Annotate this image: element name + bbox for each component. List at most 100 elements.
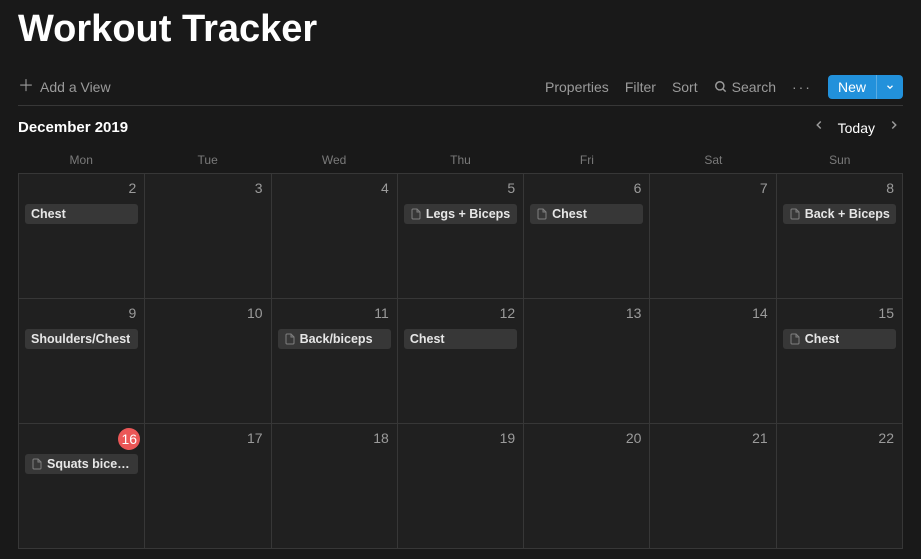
day-number: 19 <box>500 430 516 446</box>
events-container: Back/biceps <box>278 329 391 349</box>
calendar-cell[interactable]: 8 Back + Biceps <box>777 174 903 299</box>
event-label: Back + Biceps <box>805 207 890 221</box>
weekday-label: Sat <box>650 147 776 173</box>
calendar-cell[interactable]: 16 Squats bice… <box>19 424 145 549</box>
event-pill[interactable]: Shoulders/Chest <box>25 329 138 349</box>
event-label: Legs + Biceps <box>426 207 510 221</box>
calendar-cell[interactable]: 19 <box>398 424 524 549</box>
calendar-nav: Today <box>810 118 903 137</box>
new-button[interactable]: New <box>828 75 876 99</box>
today-button[interactable]: Today <box>838 120 875 136</box>
event-label: Chest <box>31 207 66 221</box>
more-button[interactable]: ··· <box>792 79 812 95</box>
event-pill[interactable]: Legs + Biceps <box>404 204 517 224</box>
day-number: 11 <box>374 305 389 321</box>
filter-button[interactable]: Filter <box>625 79 656 95</box>
day-number: 20 <box>626 430 642 446</box>
event-label: Back/biceps <box>300 332 373 346</box>
calendar-cell[interactable]: 6 Chest <box>524 174 650 299</box>
calendar-cell[interactable]: 2Chest <box>19 174 145 299</box>
day-number-today: 16 <box>118 428 140 450</box>
event-pill[interactable]: Chest <box>530 204 643 224</box>
new-dropdown-button[interactable] <box>876 75 903 99</box>
page-title: Workout Tracker <box>18 0 903 69</box>
page-icon <box>789 208 801 220</box>
events-container: Legs + Biceps <box>404 204 517 224</box>
event-label: Chest <box>805 332 840 346</box>
toolbar: ＋ Add a View Properties Filter Sort Sear… <box>18 69 903 106</box>
properties-button[interactable]: Properties <box>545 79 609 95</box>
weekday-label: Thu <box>397 147 523 173</box>
events-container: Chest <box>530 204 643 224</box>
day-number: 3 <box>255 180 263 196</box>
weekday-row: MonTueWedThuFriSatSun <box>18 147 903 173</box>
weekday-label: Fri <box>524 147 650 173</box>
events-container: Back + Biceps <box>783 204 896 224</box>
chevron-left-icon <box>812 118 826 132</box>
calendar-cell[interactable]: 4 <box>272 174 398 299</box>
day-number: 22 <box>878 430 894 446</box>
page-icon <box>284 333 296 345</box>
calendar-cell[interactable]: 11Back/biceps <box>272 299 398 424</box>
weekday-label: Tue <box>144 147 270 173</box>
calendar-cell[interactable]: 20 <box>524 424 650 549</box>
events-container: Chest <box>404 329 517 349</box>
toolbar-controls: Properties Filter Sort Search ··· New <box>545 75 903 99</box>
event-pill[interactable]: Back/biceps <box>278 329 391 349</box>
day-number: 13 <box>626 305 642 321</box>
weekday-label: Sun <box>777 147 903 173</box>
calendar-cell[interactable]: 5 Legs + Biceps <box>398 174 524 299</box>
calendar-cell[interactable]: 12Chest <box>398 299 524 424</box>
month-label: December 2019 <box>18 119 128 136</box>
event-pill[interactable]: Chest <box>404 329 517 349</box>
event-pill[interactable]: Squats bice… <box>25 454 138 474</box>
event-pill[interactable]: Chest <box>783 329 896 349</box>
day-number: 4 <box>381 180 389 196</box>
add-view-button[interactable]: ＋ Add a View <box>18 79 111 95</box>
calendar-cell[interactable]: 7 <box>650 174 776 299</box>
calendar-cell[interactable]: 18 <box>272 424 398 549</box>
day-number: 9 <box>128 305 136 321</box>
event-pill[interactable]: Chest <box>25 204 138 224</box>
day-number: 15 <box>878 305 894 321</box>
chevron-right-icon <box>887 118 901 132</box>
plus-icon: ＋ <box>18 79 34 95</box>
day-number: 6 <box>634 180 642 196</box>
calendar-cell[interactable]: 10 <box>145 299 271 424</box>
next-month-button[interactable] <box>885 118 903 137</box>
calendar-cell[interactable]: 9 Shoulders/Chest <box>19 299 145 424</box>
event-label: Squats bice… <box>47 457 130 471</box>
day-number: 14 <box>752 305 768 321</box>
calendar-grid: 2Chest 3 4 5 Legs + Biceps 6 Chest 7 8 Back + Bic… <box>18 173 903 549</box>
day-number: 10 <box>247 305 263 321</box>
weekday-label: Mon <box>18 147 144 173</box>
calendar-cell[interactable]: 13 <box>524 299 650 424</box>
page-icon <box>410 208 422 220</box>
events-container: Chest <box>783 329 896 349</box>
event-label: Chest <box>552 207 587 221</box>
new-button-group: New <box>828 75 903 99</box>
day-number: 8 <box>886 180 894 196</box>
calendar-cell[interactable]: 21 <box>650 424 776 549</box>
search-icon <box>714 80 728 94</box>
day-number: 17 <box>247 430 263 446</box>
prev-month-button[interactable] <box>810 118 828 137</box>
day-number: 7 <box>760 180 768 196</box>
events-container: Squats bice… <box>25 454 138 474</box>
weekday-label: Wed <box>271 147 397 173</box>
calendar-cell[interactable]: 22 <box>777 424 903 549</box>
calendar-cell[interactable]: 3 <box>145 174 271 299</box>
day-number: 18 <box>373 430 389 446</box>
day-number: 5 <box>507 180 515 196</box>
events-container: Shoulders/Chest <box>25 329 138 349</box>
calendar-cell[interactable]: 15 Chest <box>777 299 903 424</box>
sort-button[interactable]: Sort <box>672 79 698 95</box>
events-container: Chest <box>25 204 138 224</box>
event-label: Shoulders/Chest <box>31 332 130 346</box>
calendar-cell[interactable]: 14 <box>650 299 776 424</box>
page-icon <box>31 458 43 470</box>
page-icon <box>789 333 801 345</box>
search-button[interactable]: Search <box>714 79 776 95</box>
event-pill[interactable]: Back + Biceps <box>783 204 896 224</box>
calendar-cell[interactable]: 17 <box>145 424 271 549</box>
